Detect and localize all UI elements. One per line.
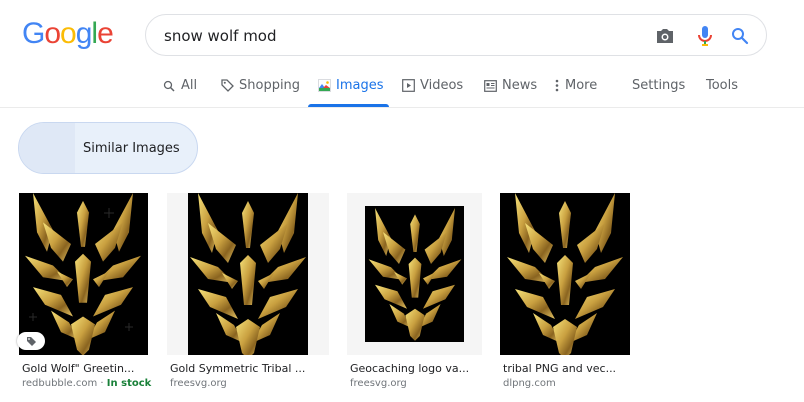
search-icon[interactable] bbox=[728, 24, 752, 48]
play-icon bbox=[401, 79, 415, 93]
tab-videos[interactable]: Videos bbox=[401, 64, 463, 107]
logo-letter: g bbox=[75, 17, 93, 50]
similar-images-chip[interactable]: Similar Images bbox=[18, 122, 198, 174]
tab-shopping[interactable]: Shopping bbox=[220, 64, 300, 107]
logo-letter: G bbox=[22, 17, 45, 50]
search-tabs: All Shopping Images Videos News More Set… bbox=[0, 64, 804, 108]
product-tag-badge[interactable] bbox=[17, 332, 45, 350]
result-source: dlpng.com bbox=[503, 378, 556, 389]
tab-label: Shopping bbox=[239, 78, 301, 93]
logo-letter: o bbox=[60, 17, 77, 50]
separator: · bbox=[97, 378, 107, 389]
source-domain: redbubble.com bbox=[22, 378, 98, 389]
search-icon bbox=[162, 79, 176, 93]
tab-label: Videos bbox=[420, 78, 464, 93]
tab-news[interactable]: News bbox=[483, 64, 537, 107]
tab-label: All bbox=[181, 78, 198, 93]
result-title[interactable]: Gold Symmetric Tribal ... bbox=[170, 362, 305, 375]
result-source: freesvg.org bbox=[170, 378, 227, 389]
tab-all[interactable]: All bbox=[162, 64, 197, 107]
result-source: redbubble.com · In stock bbox=[22, 378, 151, 389]
result-image bbox=[347, 193, 482, 355]
tag-icon bbox=[220, 79, 234, 93]
more-icon bbox=[554, 79, 560, 93]
mic-icon[interactable] bbox=[693, 24, 717, 48]
result-image bbox=[167, 193, 329, 355]
settings-link[interactable]: Settings bbox=[632, 64, 685, 107]
chip-thumbnail bbox=[19, 123, 75, 173]
news-icon bbox=[483, 79, 497, 93]
tools-link[interactable]: Tools bbox=[706, 64, 738, 107]
result-title[interactable]: Geocaching logo va... bbox=[350, 362, 469, 375]
chip-label: Similar Images bbox=[83, 141, 180, 156]
google-logo[interactable]: Google bbox=[22, 17, 114, 51]
active-tab-indicator bbox=[308, 104, 389, 107]
result-title[interactable]: tribal PNG and vec... bbox=[503, 362, 616, 375]
tab-images[interactable]: Images bbox=[317, 64, 384, 107]
result-source: freesvg.org bbox=[350, 378, 407, 389]
settings-label: Settings bbox=[632, 78, 686, 93]
result-title[interactable]: Gold Wolf" Greetin... bbox=[22, 362, 134, 375]
search-input[interactable] bbox=[164, 24, 624, 48]
search-box bbox=[145, 14, 767, 56]
tab-label: News bbox=[502, 78, 538, 93]
stock-status: In stock bbox=[106, 378, 152, 389]
tag-icon bbox=[26, 332, 37, 351]
logo-letter: o bbox=[44, 17, 61, 50]
image-icon bbox=[317, 79, 331, 93]
tab-label: Images bbox=[336, 78, 384, 93]
result-image bbox=[19, 193, 148, 355]
tab-label: More bbox=[565, 78, 598, 93]
result-image bbox=[500, 193, 630, 355]
logo-letter: e bbox=[97, 17, 114, 50]
camera-icon[interactable] bbox=[653, 24, 677, 48]
tools-label: Tools bbox=[706, 78, 739, 93]
tab-more[interactable]: More bbox=[554, 64, 597, 107]
